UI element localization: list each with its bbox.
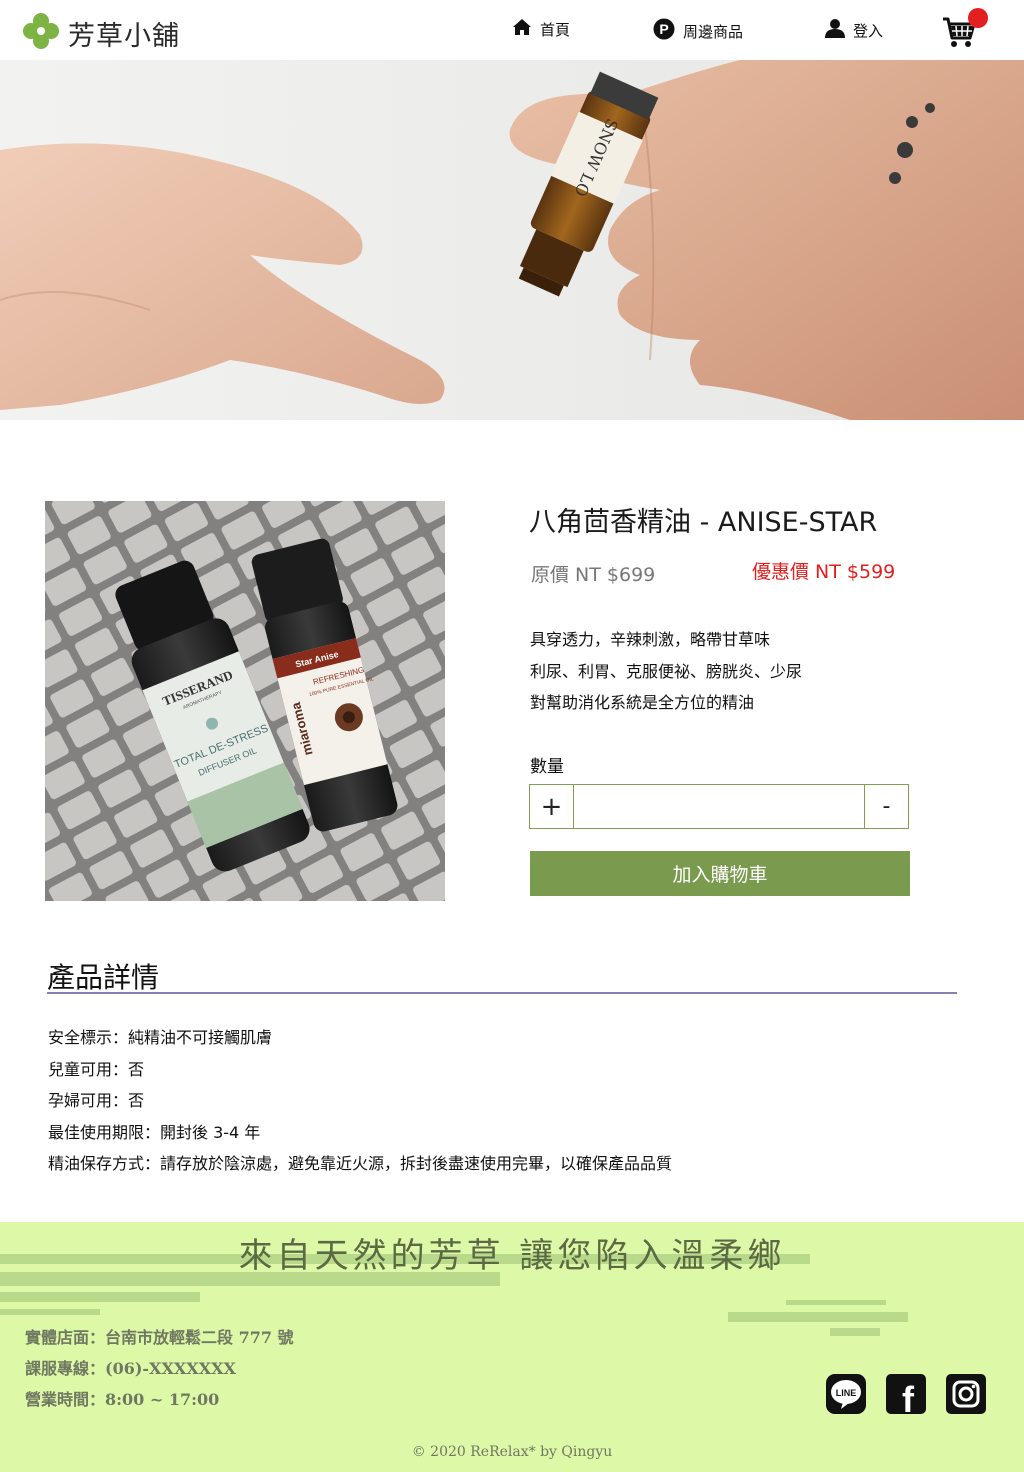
nav-merchandise[interactable]: P 周邊商品	[653, 18, 743, 44]
quantity-input[interactable]	[574, 785, 865, 828]
details-item: 安全標示：純精油不可接觸肌膚	[48, 1028, 273, 1047]
quantity-increase-button[interactable]: +	[530, 785, 574, 828]
cart-button[interactable]	[942, 8, 990, 50]
original-price: 原價 NT $699	[531, 564, 656, 586]
store-info: 實體店面：台南市放輕鬆二段 777 號 課服專線：(06)-XXXXXXX 營業…	[25, 1322, 294, 1415]
description-line: 對幫助消化系統是全方位的精油	[530, 693, 755, 712]
parking-p-icon: P	[653, 18, 683, 44]
footer-stripe	[0, 1292, 200, 1302]
line-icon-label: LINE	[836, 1388, 857, 1398]
store-hours: 營業時間：8:00 ~ 17:00	[25, 1390, 220, 1409]
footer-stripe	[0, 1309, 100, 1315]
footer-stripe	[786, 1300, 886, 1305]
description-line: 利尿、利胃、克服便祕、膀胱炎、少尿	[530, 661, 803, 681]
facebook-icon-label: f	[902, 1379, 915, 1414]
details-item: 精油保存方式：請存放於陰涼處，避免靠近火源，拆封後盡速使用完畢，以確保產品品質	[48, 1154, 673, 1173]
product-description: 具穿透力，辛辣刺激，略帶甘草味 利尿、利胃、克服便祕、膀胱炎、少尿 對幫助消化系…	[530, 624, 802, 719]
store-phone: 課服專線：(06)-XXXXXXX	[25, 1359, 236, 1378]
home-icon	[512, 18, 540, 40]
nav-login[interactable]: 登入	[825, 18, 883, 42]
footer-slogan: 來自天然的芳草 讓您陷入溫柔鄉	[238, 1236, 786, 1276]
clover-logo-icon	[22, 12, 60, 54]
sale-price: 優惠價 NT $599	[752, 561, 896, 583]
logo[interactable]: 芳草小舖	[22, 12, 180, 54]
quantity-label: 數量	[530, 757, 564, 777]
line-icon: LINE	[826, 1374, 866, 1418]
line-button[interactable]: LINE	[826, 1374, 866, 1414]
hero-hands-bottle-image: SNOW LO	[0, 60, 1024, 420]
instagram-icon	[946, 1374, 986, 1418]
site-footer: 來自天然的芳草 讓您陷入溫柔鄉 實體店面：台南市放輕鬆二段 777 號 課服專線…	[0, 1222, 1024, 1472]
instagram-button[interactable]	[946, 1374, 986, 1414]
store-address: 實體店面：台南市放輕鬆二段 777 號	[25, 1328, 294, 1347]
nav-merchandise-label: 周邊商品	[683, 22, 744, 41]
details-list: 安全標示：純精油不可接觸肌膚 兒童可用：否 孕婦可用：否 最佳使用期限：開封後 …	[48, 1022, 672, 1180]
add-to-cart-button[interactable]: 加入購物車	[530, 851, 910, 896]
hero-banner: SNOW LO	[0, 60, 1024, 420]
product-title: 八角茴香精油 - ANISE-STAR	[529, 507, 878, 538]
nav-home[interactable]: 首頁	[512, 18, 570, 40]
copyright: © 2020 ReRelax* by Qingyu	[411, 1444, 613, 1460]
nav-login-label: 登入	[853, 21, 884, 40]
details-item: 孕婦可用：否	[48, 1091, 145, 1110]
description-line: 具穿透力，辛辣刺激，略帶甘草味	[530, 630, 771, 649]
details-item: 最佳使用期限：開封後 3-4 年	[48, 1122, 261, 1142]
footer-stripe	[728, 1312, 908, 1322]
details-heading: 產品詳情	[47, 961, 160, 994]
cart-badge	[968, 8, 988, 28]
quantity-decrease-button[interactable]: -	[864, 785, 908, 828]
nav-home-label: 首頁	[540, 20, 571, 39]
details-item: 兒童可用：否	[48, 1059, 145, 1079]
site-header: 芳草小舖 首頁 P 周邊商品 登入	[0, 0, 1024, 60]
user-icon	[825, 18, 853, 42]
quantity-stepper: + -	[529, 784, 909, 829]
footer-stripe	[830, 1328, 880, 1336]
facebook-button[interactable]: f	[886, 1374, 926, 1420]
details-divider	[47, 992, 957, 994]
brand-name: 芳草小舖	[68, 20, 180, 52]
svg-text:P: P	[659, 21, 668, 37]
product-image: Star Anise REFRESHING 100% PURE ESSENTIA…	[45, 501, 445, 901]
facebook-icon: f	[886, 1374, 926, 1420]
